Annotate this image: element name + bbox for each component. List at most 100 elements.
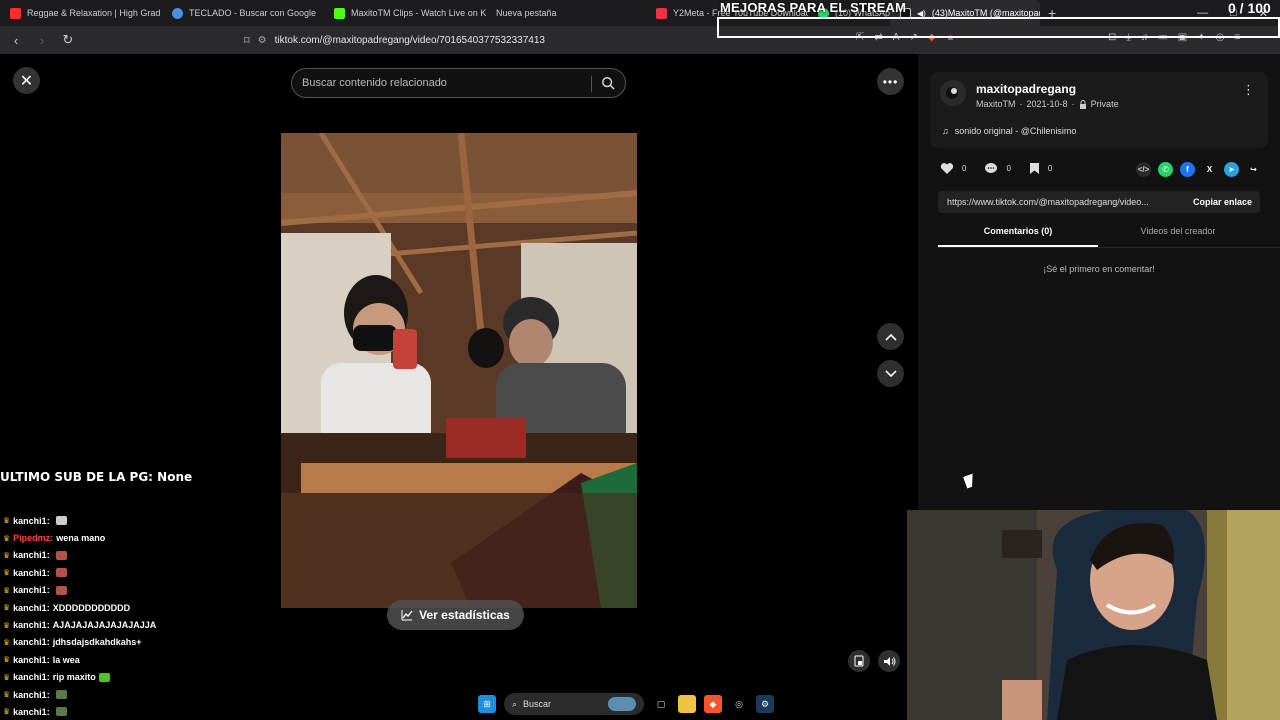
chat-message: ♛ kanchi1: xyxy=(3,703,273,720)
chat-emote-icon xyxy=(55,585,67,595)
chat-text: wena mano xyxy=(56,533,106,544)
taskbar-search-label: Buscar xyxy=(523,699,552,709)
chat-username: kanchi1: xyxy=(13,689,50,700)
share-more-icon[interactable]: ↪ xyxy=(1246,162,1261,177)
telegram-share-icon[interactable]: ➤ xyxy=(1224,162,1239,177)
copy-link-button[interactable]: Copiar enlace xyxy=(1193,197,1260,207)
like-count: 0 xyxy=(962,164,967,173)
comment-button[interactable]: 0 xyxy=(984,162,1011,175)
comment-count: 0 xyxy=(1006,164,1011,173)
video-frame xyxy=(281,133,637,608)
avatar[interactable] xyxy=(940,80,966,106)
save-count: 0 xyxy=(1047,164,1053,173)
crown-badge-icon: ♛ xyxy=(3,620,11,630)
more-icon: ••• xyxy=(882,74,899,89)
site-info-icon[interactable]: ⚙ xyxy=(258,35,267,46)
task-view-icon[interactable]: ▢ xyxy=(652,695,670,713)
windows-start-icon[interactable]: ⊞ xyxy=(478,695,496,713)
previous-video-button[interactable] xyxy=(877,323,904,350)
more-options-button[interactable]: ••• xyxy=(877,68,904,95)
search-highlight-icon xyxy=(608,697,636,711)
crown-badge-icon: ♛ xyxy=(3,637,11,647)
author-username[interactable]: maxitopadregang xyxy=(976,82,1076,96)
volume-button[interactable] xyxy=(878,650,900,672)
chat-emote-icon xyxy=(98,672,110,682)
back-icon[interactable]: ‹ xyxy=(6,33,26,48)
chat-username: kanchi1: xyxy=(13,654,50,665)
forward-icon[interactable]: › xyxy=(32,33,52,48)
mini-player-button[interactable] xyxy=(848,650,870,672)
chat-username: kanchi1: xyxy=(13,672,50,683)
webcam-image xyxy=(907,510,1280,720)
tab-reggae[interactable]: Reggae & Relaxation | High Grad xyxy=(0,0,162,26)
chat-message: ♛ kanchi1: xyxy=(3,686,273,703)
crown-badge-icon: ♛ xyxy=(3,707,11,717)
file-explorer-icon[interactable] xyxy=(678,695,696,713)
tab-new-tab[interactable]: Nueva pestaña xyxy=(486,0,646,26)
y2meta-icon xyxy=(656,7,667,19)
chat-username: kanchi1: xyxy=(13,515,50,526)
meta-separator: · xyxy=(1019,99,1023,109)
tab-kick[interactable]: MaxitoTM Clips - Watch Live on Kick xyxy=(324,0,486,26)
reload-icon[interactable]: ↻ xyxy=(58,32,78,48)
like-button[interactable]: 0 xyxy=(940,162,966,175)
tab-creator-videos[interactable]: Videos del creador xyxy=(1098,226,1258,247)
chat-username: Pipedmz: xyxy=(13,533,54,544)
url-text[interactable]: tiktok.com/@maxitopadregang/video/701654… xyxy=(275,35,545,46)
volume-icon xyxy=(883,656,895,666)
last-sub-label: ULTIMO SUB DE LA PG: None xyxy=(0,470,193,484)
view-stats-button[interactable]: Ver estadísticas xyxy=(387,600,524,630)
sound-link[interactable]: ♫ sonido original - @Chilenisimo xyxy=(942,126,1076,136)
stream-goal-counter: 0 / 100 xyxy=(1228,0,1271,16)
embed-icon[interactable]: </> xyxy=(1136,162,1151,177)
chat-message: ♛ kanchi1: XDDDDDDDDDDD xyxy=(3,599,273,616)
chat-message: ♛ kanchi1: jdhsdajsdkahdkahs+ xyxy=(3,634,273,651)
x-share-icon[interactable]: X xyxy=(1202,162,1217,177)
engagement-actions: 0 0 0 xyxy=(940,162,1052,175)
chat-text: XDDDDDDDDDDD xyxy=(52,602,131,613)
mini-player-icon xyxy=(854,655,864,667)
chat-emote-icon xyxy=(55,550,67,560)
chat-message: ♛ Pipedmz: wena mano xyxy=(3,529,273,546)
chat-username: kanchi1: xyxy=(13,602,50,613)
chat-text: AJAJAJAJAJAJAJAJJA xyxy=(52,620,157,631)
search-divider xyxy=(591,76,592,92)
facebook-share-icon[interactable]: f xyxy=(1180,162,1195,177)
tab-comments[interactable]: Comentarios (0) xyxy=(938,226,1098,247)
tab-google[interactable]: TECLADO - Buscar con Google xyxy=(162,0,324,26)
video-link[interactable]: https://www.tiktok.com/@maxitopadregang/… xyxy=(938,197,1174,207)
stream-goal-title: MEJORAS PARA EL STREAM xyxy=(720,0,907,15)
screen: Reggae & Relaxation | High Grad TECLADO … xyxy=(0,0,1280,720)
search-placeholder: Buscar contenido relacionado xyxy=(302,77,447,89)
brave-icon[interactable]: ◆ xyxy=(704,695,722,713)
copy-link-row: https://www.tiktok.com/@maxitopadregang/… xyxy=(938,191,1260,213)
steam-icon[interactable]: ⚙ xyxy=(756,695,774,713)
sound-name: sonido original - @Chilenisimo xyxy=(954,126,1077,136)
related-search-input[interactable]: Buscar contenido relacionado xyxy=(291,68,626,98)
video-player[interactable] xyxy=(281,133,637,608)
empty-comments-message: ¡Sé el primero en comentar! xyxy=(1043,264,1155,274)
bookmark-icon xyxy=(1029,163,1039,174)
post-more-options[interactable]: ⋮ xyxy=(1242,82,1256,98)
chat-emote-icon xyxy=(55,516,67,526)
chat-message: ♛ kanchi1: xyxy=(3,564,273,581)
share-buttons: </> ✆ f X ➤ ↪ xyxy=(1136,162,1261,177)
taskbar-search-icon: ⌕ xyxy=(512,698,518,709)
taskbar-search[interactable]: ⌕ Buscar xyxy=(504,693,644,715)
save-button[interactable]: 0 xyxy=(1029,162,1052,175)
next-video-button[interactable] xyxy=(877,360,904,387)
author-nickname: MaxitoTM xyxy=(976,99,1016,109)
chat-message: ♛ kanchi1: xyxy=(3,547,273,564)
crown-badge-icon: ♛ xyxy=(3,568,11,578)
author-card: maxitopadregang MaxitoTM · 2021-10-8 · P… xyxy=(930,72,1268,148)
whatsapp-share-icon[interactable]: ✆ xyxy=(1158,162,1173,177)
bookmark-icon[interactable]: ⌑ xyxy=(244,34,250,47)
chat-text: rip maxito xyxy=(52,672,96,683)
crown-badge-icon: ♛ xyxy=(3,516,11,526)
search-icon[interactable] xyxy=(601,76,615,90)
app-icon[interactable]: ◎ xyxy=(730,695,748,713)
crown-badge-icon: ♛ xyxy=(3,533,11,543)
chat-emote-icon xyxy=(55,568,67,578)
close-video-button[interactable]: ✕ xyxy=(13,67,40,94)
chat-username: kanchi1: xyxy=(13,637,50,648)
